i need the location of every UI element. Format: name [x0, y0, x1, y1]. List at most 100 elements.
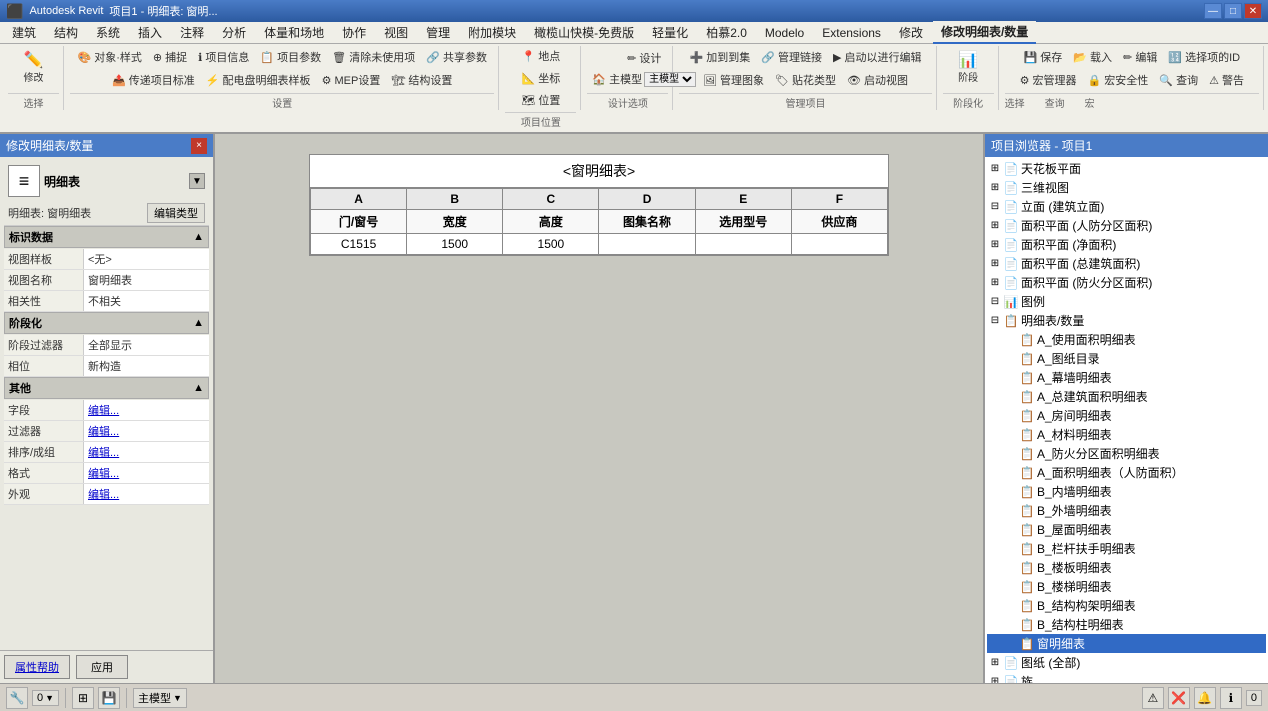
minimize-btn[interactable]: —: [1204, 3, 1222, 19]
tree-expand-8[interactable]: ⊟: [987, 313, 1003, 329]
menu-manage[interactable]: 管理: [418, 22, 458, 43]
menu-analyze[interactable]: 分析: [214, 22, 254, 43]
value-phase[interactable]: 新构造: [84, 356, 209, 376]
tree-expand-18[interactable]: [1003, 503, 1019, 519]
tree-item-19[interactable]: 📋B_屋面明细表: [987, 520, 1266, 539]
panel-schedule-btn[interactable]: ⚡ 配电盘明细表样板: [201, 70, 316, 90]
tree-item-15[interactable]: 📋A_防火分区面积明细表: [987, 444, 1266, 463]
add-to-set-btn[interactable]: ➕ 加到到集: [684, 47, 755, 67]
tree-item-22[interactable]: 📋B_楼梯明细表: [987, 577, 1266, 596]
tree-expand-12[interactable]: [1003, 389, 1019, 405]
tree-item-4[interactable]: ⊞📄面积平面 (净面积): [987, 235, 1266, 254]
menu-mass[interactable]: 体量和场地: [256, 22, 332, 43]
tree-item-11[interactable]: 📋A_幕墙明细表: [987, 368, 1266, 387]
cell-B1[interactable]: 1500: [407, 234, 503, 255]
tree-expand-6[interactable]: ⊞: [987, 275, 1003, 291]
status-value[interactable]: 0 ▼: [32, 690, 59, 706]
coord-btn[interactable]: 📐 坐标: [517, 68, 566, 88]
status-model-select[interactable]: 主模型 ▼: [133, 688, 187, 708]
left-panel-close[interactable]: ×: [191, 138, 207, 154]
tree-expand-17[interactable]: [1003, 484, 1019, 500]
tree-expand-7[interactable]: ⊟: [987, 294, 1003, 310]
tree-item-3[interactable]: ⊞📄面积平面 (人防分区面积): [987, 216, 1266, 235]
query-btn[interactable]: 🔍 查询: [1154, 70, 1203, 90]
status-icon1[interactable]: 🔧: [6, 687, 28, 709]
menu-collab[interactable]: 协作: [334, 22, 374, 43]
save-btn[interactable]: 💾 保存: [1019, 47, 1068, 67]
tree-expand-2[interactable]: ⊟: [987, 199, 1003, 215]
value-fields[interactable]: 编辑...: [84, 400, 209, 420]
macro-mgr-btn[interactable]: ⚙ 宏管理器: [1015, 70, 1082, 90]
menu-build[interactable]: 建筑: [4, 22, 44, 43]
tree-item-10[interactable]: 📋A_图纸目录: [987, 349, 1266, 368]
tree-expand-15[interactable]: [1003, 446, 1019, 462]
tree-item-0[interactable]: ⊞📄天花板平面: [987, 159, 1266, 178]
tree-item-18[interactable]: 📋B_外墙明细表: [987, 501, 1266, 520]
table-row[interactable]: C1515 1500 1500: [311, 234, 888, 255]
tree-expand-27[interactable]: ⊞: [987, 674, 1003, 684]
cell-E1[interactable]: [695, 234, 791, 255]
tree-expand-9[interactable]: [1003, 332, 1019, 348]
tree-item-26[interactable]: ⊞📄图纸 (全部): [987, 653, 1266, 672]
status-grid-icon[interactable]: ⊞: [72, 687, 94, 709]
menu-bm2[interactable]: 柏慕2.0: [698, 22, 755, 43]
struct-settings-btn[interactable]: 🏗 结构设置: [386, 70, 457, 90]
tree-expand-11[interactable]: [1003, 370, 1019, 386]
menu-structure[interactable]: 结构: [46, 22, 86, 43]
snap-btn[interactable]: ⊕ 捕捉: [148, 47, 192, 67]
tree-expand-23[interactable]: [1003, 598, 1019, 614]
tree-expand-25[interactable]: [1003, 636, 1019, 652]
tree-expand-21[interactable]: [1003, 560, 1019, 576]
select-id-btn[interactable]: 🔢 选择项的ID: [1163, 47, 1245, 67]
project-param-btn[interactable]: 📋 项目参数: [255, 47, 326, 67]
status-count[interactable]: 0: [1246, 690, 1262, 706]
section-header-identity[interactable]: 标识数据 ▲: [4, 226, 209, 248]
edit-type-btn[interactable]: 编辑类型: [147, 203, 205, 223]
tree-item-21[interactable]: 📋B_楼板明细表: [987, 558, 1266, 577]
schedule-type-dropdown[interactable]: ▼: [189, 173, 205, 189]
cell-A1[interactable]: C1515: [311, 234, 407, 255]
notify-icon[interactable]: 🔔: [1194, 687, 1216, 709]
tree-item-2[interactable]: ⊟📄立面 (建筑立面): [987, 197, 1266, 216]
help-btn[interactable]: 属性帮助: [4, 655, 70, 679]
error-status-icon[interactable]: ❌: [1168, 687, 1190, 709]
menu-system[interactable]: 系统: [88, 22, 128, 43]
apply-btn[interactable]: 应用: [76, 655, 128, 679]
maximize-btn[interactable]: □: [1224, 3, 1242, 19]
tree-item-8[interactable]: ⊟📋明细表/数量: [987, 311, 1266, 330]
edit-btn[interactable]: ✏ 编辑: [1118, 47, 1162, 67]
menu-insert[interactable]: 插入: [130, 22, 170, 43]
load-btn[interactable]: 📂 载入: [1068, 47, 1117, 67]
manage-image-btn[interactable]: 🖼 管理图象: [698, 70, 769, 90]
tree-item-1[interactable]: ⊞📄三维视图: [987, 178, 1266, 197]
transfer-std-btn[interactable]: 📤 传递项目标准: [107, 70, 200, 90]
value-appearance[interactable]: 编辑...: [84, 484, 209, 504]
activate-view-btn[interactable]: 👁 启动视图: [842, 70, 913, 90]
tree-item-13[interactable]: 📋A_房间明细表: [987, 406, 1266, 425]
tree-expand-0[interactable]: ⊞: [987, 161, 1003, 177]
macro-sec-btn[interactable]: 🔒 宏安全性: [1083, 70, 1154, 90]
tree-item-20[interactable]: 📋B_栏杆扶手明细表: [987, 539, 1266, 558]
tree-expand-13[interactable]: [1003, 408, 1019, 424]
tree-expand-10[interactable]: [1003, 351, 1019, 367]
cell-D1[interactable]: [599, 234, 695, 255]
tree-item-6[interactable]: ⊞📄面积平面 (防火分区面积): [987, 273, 1266, 292]
cell-C1[interactable]: 1500: [503, 234, 599, 255]
project-info-btn[interactable]: ℹ 项目信息: [193, 47, 254, 67]
tree-item-27[interactable]: ⊞📄族: [987, 672, 1266, 683]
tree-item-17[interactable]: 📋B_内墙明细表: [987, 482, 1266, 501]
object-style-btn[interactable]: 🎨 对象·样式: [72, 47, 146, 67]
decal-type-btn[interactable]: 🏷 贴花类型: [770, 70, 841, 90]
tree-expand-19[interactable]: [1003, 522, 1019, 538]
tree-item-9[interactable]: 📋A_使用面积明细表: [987, 330, 1266, 349]
info-status-icon[interactable]: ℹ: [1220, 687, 1242, 709]
tree-expand-20[interactable]: [1003, 541, 1019, 557]
tree-item-24[interactable]: 📋B_结构柱明细表: [987, 615, 1266, 634]
tree-item-12[interactable]: 📋A_总建筑面积明细表: [987, 387, 1266, 406]
tree-expand-3[interactable]: ⊞: [987, 218, 1003, 234]
tree-item-16[interactable]: 📋A_面积明细表（人防面积）: [987, 463, 1266, 482]
tree-expand-26[interactable]: ⊞: [987, 655, 1003, 671]
menu-modify[interactable]: 修改: [891, 22, 931, 43]
section-header-other[interactable]: 其他 ▲: [4, 377, 209, 399]
cell-F1[interactable]: [791, 234, 887, 255]
